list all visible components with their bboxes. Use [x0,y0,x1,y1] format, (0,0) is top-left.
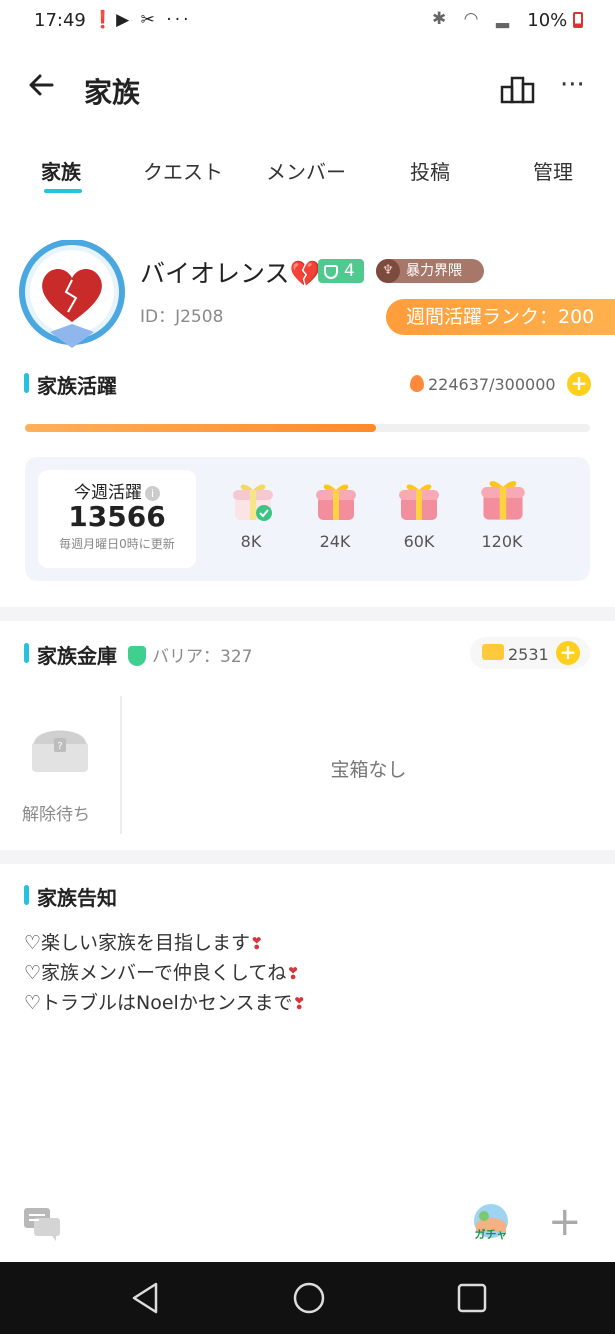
gacha-button[interactable]: ガチャ [470,1202,512,1244]
weekly-reset-note: 毎週月曜日0時に更新 [59,537,175,551]
activity-add-button[interactable]: + [567,372,591,396]
battery-level: 10% [527,10,583,31]
section-marker [24,885,29,905]
section-divider [0,850,615,864]
weekly-rank-badge[interactable]: 週間活躍ランク：200 [386,299,615,335]
notice-line: ♡トラブルはNoelかセンスまで❣ [24,992,306,1014]
gift-box-icon[interactable] [478,474,528,524]
family-title-badge: ♆ 暴力界隈 [376,259,484,283]
section-divider [0,607,615,621]
family-name: バイオレンス💔 [140,259,321,288]
nav-back-icon[interactable] [128,1262,164,1334]
chest-status: 解除待ち [22,805,90,825]
status-bar: 17:49 ❗▶ ✂ ··· ✱ ◠ ▂ 10% [0,0,615,42]
gift-box-icon[interactable] [397,478,441,524]
reward-label: 120K [481,532,523,551]
notice-line: ♡楽しい家族を目指します❣ [24,932,264,954]
tab-manage[interactable]: 管理 [503,156,603,185]
vault-coins: 2531 [508,645,549,664]
reward-label: 24K [319,532,351,551]
section-title-activity: 家族活躍 [37,374,117,398]
heart-icon: ❣ [286,964,300,983]
section-marker [24,373,29,393]
flame-icon [410,375,424,392]
family-avatar[interactable] [16,239,128,352]
svg-text:?: ? [57,741,62,752]
vault-add-button[interactable]: + [556,641,580,665]
add-icon[interactable]: + [548,1200,582,1244]
barrier-value: バリア：327 [128,642,252,667]
tab-quest[interactable]: クエスト [133,156,233,185]
empty-chest-message: 宝箱なし [330,759,407,781]
chat-icon[interactable] [22,1206,62,1242]
heart-icon: ❣ [250,934,264,953]
coin-icon [482,644,504,660]
level-shield-icon [324,265,338,279]
back-arrow-icon[interactable] [26,70,56,107]
status-time: 17:49 [34,10,86,31]
section-marker [24,643,29,663]
section-title-notice: 家族告知 [37,886,117,910]
nav-recents-icon[interactable] [454,1262,490,1334]
notification-icons: ❗▶ ✂ ··· [92,10,192,30]
info-icon[interactable]: i [145,486,160,501]
reward-label: 60K [403,532,435,551]
section-title-vault: 家族金庫 [37,644,117,668]
tab-members[interactable]: メンバー [256,156,356,185]
shield-icon [128,646,146,666]
notice-line: ♡家族メンバーで仲良くしてね❣ [24,962,300,984]
active-tab-indicator [44,189,82,193]
treasure-chest-icon[interactable]: ? [28,720,92,776]
nav-home-icon[interactable] [290,1262,328,1334]
page-title: 家族 [84,76,141,109]
gacha-label: ガチャ [474,1228,508,1241]
podium-icon[interactable] [500,74,536,104]
weekly-activity-value: 13566 [68,500,166,533]
gift-box-icon[interactable] [231,478,275,524]
activity-progress-fill [25,424,376,432]
family-level-badge: 4 [318,259,364,283]
family-id: ID：J2508 [140,307,224,327]
more-icon[interactable]: ··· [560,70,585,100]
connectivity-icons: ✱ ◠ ▂ [432,9,515,29]
heart-icon: ❣ [292,994,306,1013]
tab-family[interactable]: 家族 [11,156,111,185]
tab-posts[interactable]: 投稿 [380,156,480,185]
battery-icon [573,12,583,28]
gift-box-icon[interactable] [314,478,358,524]
emblem-icon: ♆ [376,259,400,283]
reward-label: 8K [240,532,262,551]
activity-points: 224637/300000 [410,375,556,394]
